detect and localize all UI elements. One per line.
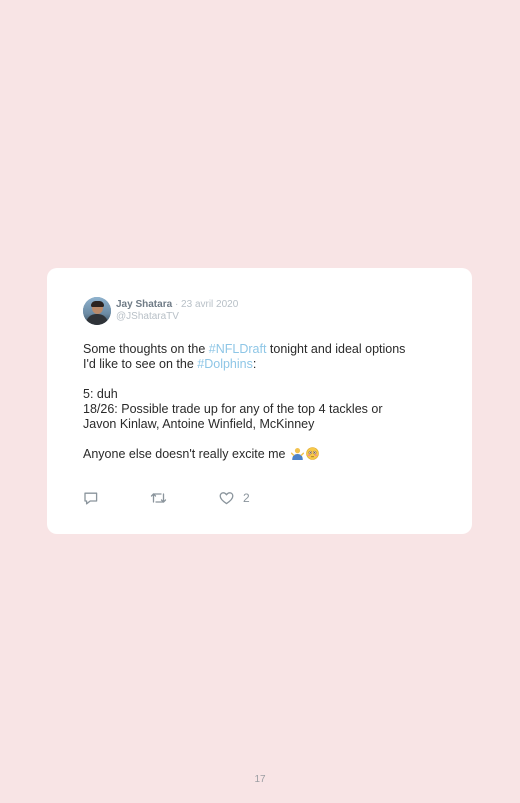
reply-button[interactable]: [83, 489, 99, 507]
tweet-line: 18/26: Possible trade up for any of the …: [83, 402, 383, 416]
page-number: 17: [254, 774, 266, 785]
hashtag-dolphins[interactable]: #Dolphins: [197, 357, 253, 371]
tweet-text: Some thoughts on the #NFLDraft tonight a…: [83, 342, 443, 464]
tweet-card: Jay Shatara · 23 avril 2020 @JShataraTV …: [47, 268, 472, 534]
tweet-line: Anyone else doesn't really excite me: [83, 447, 443, 464]
tweet-line: 5: duh: [83, 387, 118, 401]
retweet-icon: [150, 490, 167, 506]
heart-icon: [219, 491, 234, 505]
tweet-line: Javon Kinlaw, Antoine Winfield, McKinney: [83, 417, 315, 431]
tweet-date[interactable]: · 23 avril 2020: [175, 299, 238, 310]
flushed-face-emoji: [306, 447, 319, 464]
like-count: 2: [243, 491, 250, 505]
author-name[interactable]: Jay Shatara: [116, 299, 172, 310]
tweet-actions: 2: [83, 489, 383, 507]
like-button[interactable]: 2: [219, 489, 250, 507]
tweet-header: Jay Shatara · 23 avril 2020 @JShataraTV: [83, 296, 238, 326]
person-shrugging-emoji: [290, 447, 305, 464]
retweet-button[interactable]: [150, 489, 167, 507]
tweet-line: Some thoughts on the #NFLDraft tonight a…: [83, 342, 406, 356]
hashtag-nfldraft[interactable]: #NFLDraft: [209, 342, 267, 356]
author-meta: Jay Shatara · 23 avril 2020 @JShataraTV: [116, 299, 238, 323]
reply-icon: [83, 490, 99, 506]
author-handle[interactable]: @JShataraTV: [116, 311, 238, 323]
tweet-line: I'd like to see on the #Dolphins:: [83, 357, 257, 371]
avatar[interactable]: [83, 297, 111, 325]
